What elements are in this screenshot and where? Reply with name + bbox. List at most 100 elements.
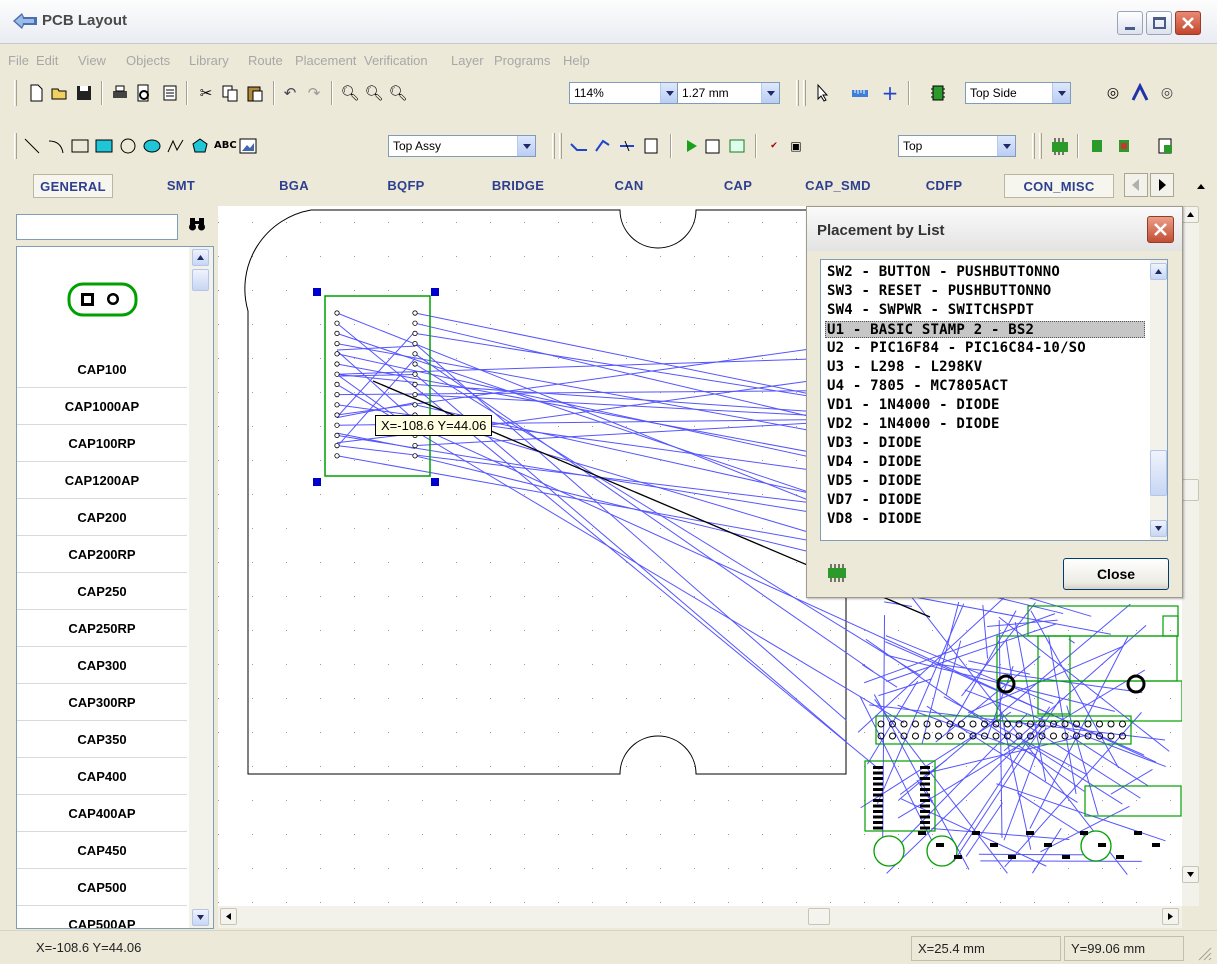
route-icon[interactable] <box>569 136 589 156</box>
route-report-icon[interactable] <box>641 136 661 156</box>
undo-icon[interactable]: ↶ <box>280 83 300 103</box>
rectangle-tool-icon[interactable] <box>70 136 90 156</box>
menu-library[interactable]: Library <box>189 53 229 68</box>
tab-can[interactable]: CAN <box>603 174 655 198</box>
scroll-left-button[interactable] <box>220 908 237 925</box>
list-item[interactable]: CAP350 <box>17 721 187 758</box>
menu-help[interactable]: Help <box>563 53 590 68</box>
image-tool-icon[interactable] <box>238 136 258 156</box>
chevron-down-icon[interactable] <box>517 136 535 156</box>
pointer-icon[interactable] <box>813 83 833 103</box>
menu-programs[interactable]: Programs <box>494 53 550 68</box>
export-icon[interactable] <box>703 136 723 156</box>
list-item[interactable]: CAP1200AP <box>17 462 187 499</box>
menu-objects[interactable]: Objects <box>126 53 170 68</box>
filled-rectangle-tool-icon[interactable] <box>94 136 114 156</box>
menu-route[interactable]: Route <box>248 53 283 68</box>
list-item[interactable]: CAP100 <box>17 351 187 388</box>
tab-bga[interactable]: BGA <box>268 174 320 198</box>
tab-bqfp[interactable]: BQFP <box>376 174 436 198</box>
menu-placement[interactable]: Placement <box>295 53 356 68</box>
scroll-up-button[interactable] <box>192 249 209 266</box>
line-tool-icon[interactable] <box>22 136 42 156</box>
scroll-thumb[interactable] <box>1150 450 1167 496</box>
chevron-down-icon[interactable] <box>997 136 1015 156</box>
print-icon[interactable] <box>110 83 130 103</box>
tab-bridge[interactable]: BRIDGE <box>480 174 556 198</box>
list-item[interactable]: CAP200 <box>17 499 187 536</box>
canvas-vertical-scrollbar[interactable] <box>1182 206 1199 906</box>
circle-tool-icon[interactable] <box>118 136 138 156</box>
placement-list-icon[interactable] <box>1050 136 1070 156</box>
tab-menu-icon[interactable] <box>1196 182 1206 192</box>
text-tool-icon[interactable]: ABC <box>214 136 237 156</box>
list-item[interactable]: CAP1000AP <box>17 388 187 425</box>
footprint-list[interactable]: CAP100 CAP1000AP CAP100RP CAP1200AP CAP2… <box>16 246 214 929</box>
dialog-title-bar[interactable]: Placement by List <box>807 207 1182 251</box>
scroll-thumb[interactable] <box>808 908 830 925</box>
properties-icon[interactable] <box>1155 136 1175 156</box>
scroll-up-button[interactable] <box>1150 263 1167 280</box>
tab-scroll-right-button[interactable] <box>1150 173 1174 197</box>
list-item[interactable]: VD7 - DIODE <box>827 492 1147 509</box>
list-item[interactable]: U3 - L298 - L298KV <box>827 359 1147 376</box>
save-icon[interactable] <box>74 83 94 103</box>
scroll-thumb[interactable] <box>192 269 209 291</box>
component-placement-list[interactable]: SW2 - BUTTON - PUSHBUTTONNO SW3 - RESET … <box>820 259 1168 541</box>
list-item-selected[interactable]: U1 - BASIC STAMP 2 - BS2 <box>825 321 1145 338</box>
binoculars-icon[interactable] <box>188 216 206 236</box>
dialog-close-button[interactable]: Close <box>1063 558 1169 590</box>
list-item[interactable]: U4 - 7805 - MC7805ACT <box>827 378 1147 395</box>
open-folder-icon[interactable] <box>50 83 70 103</box>
filled-ellipse-tool-icon[interactable] <box>142 136 162 156</box>
minimize-button[interactable] <box>1117 11 1143 35</box>
list-item[interactable]: VD5 - DIODE <box>827 473 1147 490</box>
list-item[interactable]: VD8 - DIODE <box>827 511 1147 528</box>
list-item[interactable]: SW3 - RESET - PUSHBUTTONNO <box>827 283 1147 300</box>
list-item[interactable]: CAP500AP <box>17 906 187 928</box>
list-item[interactable]: SW2 - BUTTON - PUSHBUTTONNO <box>827 264 1147 281</box>
list-item[interactable]: U2 - PIC16F84 - PIC16C84-10/SO <box>827 340 1147 357</box>
toolbar-grip[interactable] <box>14 80 17 106</box>
zoom-in-icon[interactable]: 🔍︎ <box>340 83 360 103</box>
canvas-horizontal-scrollbar[interactable] <box>218 906 1182 928</box>
menu-verification[interactable]: Verification <box>364 53 428 68</box>
list-item[interactable]: CAP500 <box>17 869 187 906</box>
scroll-down-button[interactable] <box>1150 520 1167 537</box>
chevron-down-icon[interactable] <box>1052 83 1070 103</box>
resize-grip-icon[interactable] <box>1196 945 1212 961</box>
zoom-combo[interactable]: 114% <box>569 82 679 104</box>
list-item[interactable]: CAP300 <box>17 647 187 684</box>
list-item[interactable]: CAP250RP <box>17 610 187 647</box>
new-file-icon[interactable] <box>26 83 46 103</box>
menu-edit[interactable]: Edit <box>36 53 58 68</box>
tab-scroll-left-button[interactable] <box>1124 173 1148 197</box>
assembly-layer-combo[interactable]: Top Assy <box>388 135 536 157</box>
unroute-icon[interactable] <box>617 136 637 156</box>
dialog-list-scrollbar[interactable] <box>1150 260 1167 540</box>
tab-cap[interactable]: CAP <box>712 174 764 198</box>
report-icon[interactable] <box>160 83 180 103</box>
chevron-down-icon[interactable] <box>761 83 779 103</box>
polyline-tool-icon[interactable] <box>166 136 186 156</box>
component-icon[interactable] <box>928 83 948 103</box>
scroll-up-button[interactable] <box>1182 206 1199 223</box>
place-component-button[interactable] <box>820 558 853 588</box>
close-window-button[interactable] <box>1175 11 1201 35</box>
side-combo[interactable]: Top Side <box>965 82 1071 104</box>
list-item[interactable]: CAP100RP <box>17 425 187 462</box>
paste-icon[interactable] <box>245 83 265 103</box>
list-item[interactable]: VD4 - DIODE <box>827 454 1147 471</box>
list-item[interactable]: CAP400 <box>17 758 187 795</box>
print-preview-icon[interactable] <box>134 83 154 103</box>
grid-combo[interactable]: 1.27 mm <box>677 82 780 104</box>
menu-layer[interactable]: Layer <box>451 53 484 68</box>
ruler-icon[interactable] <box>850 83 870 103</box>
list-item[interactable]: VD2 - 1N4000 - DIODE <box>827 416 1147 433</box>
run-autorouter-icon[interactable] <box>681 136 701 156</box>
tab-general[interactable]: GENERAL <box>33 174 113 198</box>
polygon-tool-icon[interactable] <box>190 136 210 156</box>
cut-icon[interactable]: ✂ <box>196 83 216 103</box>
zoom-out-icon[interactable]: 🔍︎ <box>364 83 384 103</box>
list-item[interactable]: CAP450 <box>17 832 187 869</box>
